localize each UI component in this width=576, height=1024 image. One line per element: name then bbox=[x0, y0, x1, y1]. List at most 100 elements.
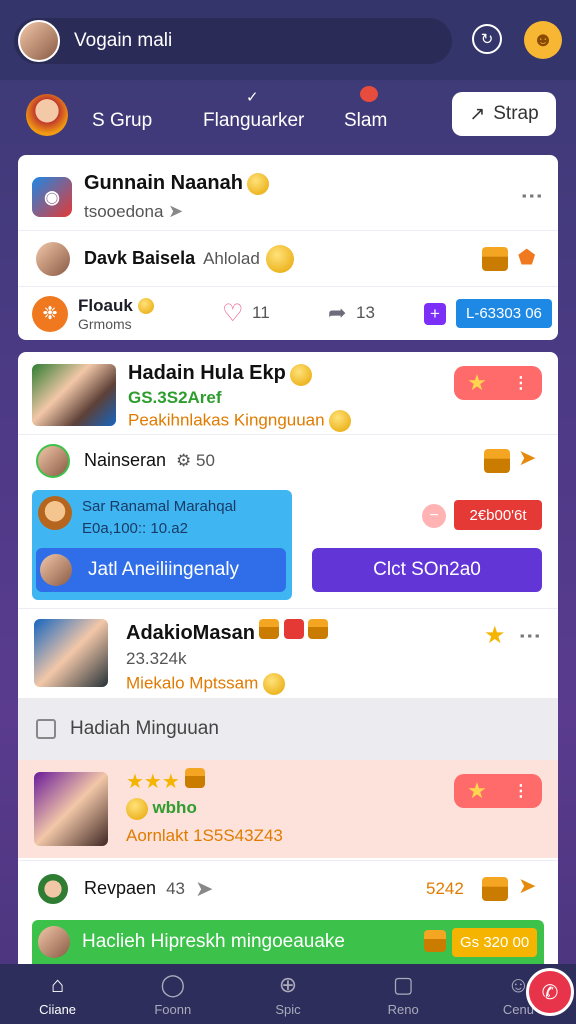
search-pill[interactable]: Vogain mali bbox=[14, 18, 452, 64]
coin-icon bbox=[137, 298, 154, 315]
group-avatar[interactable] bbox=[26, 94, 68, 136]
notification-dot-icon bbox=[360, 86, 378, 102]
gift-icon bbox=[185, 768, 206, 788]
post1-orange: Peakihnlakas Kingnguuan bbox=[128, 410, 325, 430]
strap-button[interactable]: ↗ Strap bbox=[452, 92, 556, 136]
card1-header-row[interactable]: ◉ Gunnain Naanah tsooedona ➤ ⋮ bbox=[18, 165, 558, 229]
feature-panel: Sar Ranamal Marahqal E0a,100:: 10.a2 Jat… bbox=[32, 490, 292, 600]
member-count: ⚙ 50 bbox=[176, 450, 215, 470]
post1-green: GS.3S2Aref bbox=[128, 387, 222, 407]
gift-icon: ▢ bbox=[392, 971, 414, 997]
forward-icon[interactable]: ➦ bbox=[328, 300, 346, 326]
post-1[interactable]: Hadain Hula Ekp GS.3S2Aref Peakihnlakas … bbox=[18, 360, 558, 436]
tab-grup[interactable]: S Grup bbox=[92, 110, 152, 132]
star-icon: ★ bbox=[467, 370, 487, 395]
home-icon: ⌂ bbox=[50, 971, 65, 997]
compass-icon: ◯ bbox=[160, 971, 186, 997]
send-icon[interactable]: ➤ bbox=[195, 876, 213, 902]
star-icon[interactable]: ★ bbox=[484, 621, 506, 650]
banner-text: Haclieh Hipreskh mingoeauake bbox=[82, 931, 345, 952]
post-3[interactable]: ★★★ wbho Aornlakt 1S5S43Z43 ★ ⋮ bbox=[18, 760, 558, 858]
phone-icon[interactable]: ✆ bbox=[526, 968, 574, 1016]
gift-icon bbox=[308, 619, 329, 639]
row2-avatar bbox=[36, 241, 70, 276]
heart-icon[interactable]: ♡ bbox=[222, 299, 244, 328]
user-avatar[interactable] bbox=[18, 20, 60, 62]
post2-stat: 23.324k bbox=[126, 649, 187, 668]
favorite-pill[interactable]: ★ ⋮ bbox=[454, 366, 542, 400]
tab-slam[interactable]: Slam bbox=[344, 110, 387, 132]
post3-orange: Aornlakt 1S5S43Z43 bbox=[126, 826, 283, 845]
send-icon[interactable]: ➤ bbox=[518, 873, 536, 899]
sun-icon: ❉ bbox=[32, 295, 68, 332]
card1-row-3[interactable]: ❉ Floauk Grmoms ♡ 11 ➦ 13 + L-63303 06 bbox=[18, 286, 558, 340]
more-options-icon[interactable]: ⋮ bbox=[513, 373, 529, 393]
feature-button[interactable]: Jatl Aneiliingenaly bbox=[36, 548, 286, 592]
coin-icon bbox=[263, 673, 285, 695]
add-circle-icon: ⊕ bbox=[278, 971, 298, 997]
nav-add[interactable]: ⊕ Spic bbox=[230, 964, 345, 1024]
post-2[interactable]: AdakioMasan 23.324k Miekalo Mptssam ★ ⋮ bbox=[18, 608, 558, 698]
gift-icon bbox=[259, 619, 280, 639]
nav-label: Ciiane bbox=[39, 1001, 77, 1017]
post2-photo bbox=[34, 619, 108, 687]
row4-avatar bbox=[36, 871, 70, 906]
row3-title: Floauk bbox=[78, 295, 133, 315]
gift-icon[interactable] bbox=[484, 449, 510, 473]
nav-label: Reno bbox=[387, 1001, 419, 1017]
settings-icon: ⚙ bbox=[176, 450, 192, 470]
gift-icon[interactable] bbox=[482, 877, 508, 901]
card-1: ◉ Gunnain Naanah tsooedona ➤ ⋮ Davk Bais… bbox=[18, 155, 558, 340]
star-icon: ★ bbox=[467, 778, 487, 803]
tag-icon[interactable]: ⬟ bbox=[518, 245, 535, 270]
more-options-icon[interactable]: ⋮ bbox=[513, 781, 529, 801]
favorite-pill[interactable]: ★ ⋮ bbox=[454, 774, 542, 808]
card1-row-2[interactable]: Davk Baisela Ahlolad ⬟ bbox=[18, 230, 558, 286]
send-icon[interactable]: ➤ bbox=[518, 445, 536, 471]
smiley-icon[interactable]: ☻ bbox=[524, 21, 562, 59]
nav-forum[interactable]: ◯ Foonn bbox=[115, 964, 230, 1024]
card1-subtitle: tsooedona bbox=[84, 202, 164, 222]
member-row[interactable]: Nainseran ⚙ 50 ➤ bbox=[18, 434, 558, 486]
coin-icon bbox=[329, 409, 352, 432]
value-pill[interactable]: 2€b00'6t bbox=[454, 500, 542, 530]
promo-banner[interactable]: Haclieh Hipreskh mingoeauake Gs 320 00 bbox=[32, 920, 544, 964]
card-2: Hadain Hula Ekp GS.3S2Aref Peakihnlakas … bbox=[18, 352, 558, 964]
value-badge[interactable]: L-63303 06 bbox=[456, 299, 552, 328]
nav-label: Spic bbox=[275, 1001, 301, 1017]
clock-refresh-icon[interactable]: ↻ bbox=[472, 24, 502, 54]
section-title: Hadiah Minguuan bbox=[70, 718, 219, 739]
coin-icon bbox=[247, 173, 270, 196]
feature-button-label: Jatl Aneiliingenaly bbox=[88, 559, 240, 580]
nav-label: Foonn bbox=[154, 1001, 192, 1017]
tab-flanguarker[interactable]: Flanguarker bbox=[203, 110, 304, 132]
more-options-icon[interactable]: ⋮ bbox=[520, 185, 545, 207]
star-icon: ★★★ bbox=[126, 771, 180, 793]
minus-icon[interactable]: − bbox=[422, 504, 446, 528]
send-icon: ➤ bbox=[168, 201, 184, 222]
feature-avatar bbox=[40, 554, 72, 586]
member-name: Nainseran bbox=[84, 450, 167, 470]
row3-sub: Grmoms bbox=[78, 315, 132, 332]
add-icon[interactable]: + bbox=[424, 303, 446, 325]
post3-line2: wbho bbox=[152, 798, 197, 818]
coin-icon bbox=[126, 798, 148, 820]
gift-icon[interactable] bbox=[482, 247, 508, 271]
section-header: Hadiah Minguuan bbox=[18, 698, 558, 760]
nav-gift[interactable]: ▢ Reno bbox=[346, 964, 461, 1024]
nav-home[interactable]: ⌂ Ciiane bbox=[0, 964, 115, 1024]
banner-avatar bbox=[38, 926, 70, 958]
member-avatar bbox=[36, 443, 70, 478]
search-text: Vogain mali bbox=[74, 30, 173, 51]
card1-title: Gunnain Naanah bbox=[84, 171, 243, 194]
revpaen-row[interactable]: Revpaen 43 ➤ 5242 ➤ bbox=[18, 860, 558, 916]
feature-sub: E0a,100:: 10.a2 bbox=[82, 520, 188, 537]
collect-button[interactable]: Clct SOn2a0 bbox=[312, 548, 542, 592]
banner-pill[interactable]: Gs 320 00 bbox=[452, 928, 538, 957]
post1-photo bbox=[32, 364, 116, 426]
gift-icon bbox=[424, 930, 446, 952]
row4-count: 43 bbox=[166, 878, 185, 898]
like-count: 11 bbox=[252, 303, 270, 322]
more-options-icon[interactable]: ⋮ bbox=[518, 625, 543, 647]
app-icon: ◉ bbox=[32, 177, 72, 217]
